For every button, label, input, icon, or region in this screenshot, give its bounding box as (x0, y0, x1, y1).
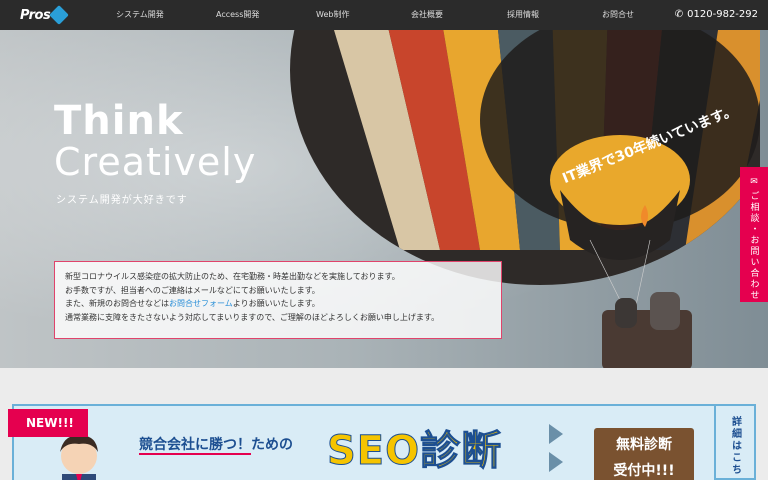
notice-line-3: また、新規のお問合せなどはお問合せフォームよりお願いいたします。 (65, 299, 320, 308)
phone-link[interactable]: ✆ 0120-982-292 (675, 0, 758, 30)
detail-tab-label: 詳細はこち (729, 416, 741, 476)
nav-recruit[interactable]: 採用情報 (507, 0, 539, 30)
nav-web[interactable]: Web制作 (316, 0, 349, 30)
top-navbar: Pros システム開発 Access開発 Web制作 会社概要 採用情報 お問合… (0, 0, 768, 30)
mail-icon: ✉ (750, 177, 758, 187)
nav-access-dev[interactable]: Access開発 (216, 0, 259, 30)
logo[interactable]: Pros (20, 5, 70, 25)
notice-line-2: お手数ですが、担当者へのご連絡はメールなどにてお願いいたします。 (65, 285, 320, 295)
headline-think: Think (54, 98, 184, 144)
notice-line-4: 通常業務に支障をきたさないよう対応してまいりますので、ご理解のほどよろしくお願い… (65, 312, 440, 322)
hero: IT業界で30年続いています。 Think Creatively システム開発が… (0, 30, 768, 368)
nav-contact[interactable]: お問合せ (602, 0, 634, 30)
covid-notice: 新型コロナウイルス感染症の拡大防止のため、在宅勤務・時差出勤などを実施しておりま… (54, 261, 502, 339)
banner-seo-title: SEO診断 (326, 428, 503, 475)
contact-side-tab[interactable]: ✉ ご相談・お問い合わせ (740, 167, 768, 302)
contact-form-link[interactable]: お問合せフォーム (169, 299, 233, 308)
new-badge: NEW!!! (8, 409, 88, 437)
headline-creatively: Creatively (54, 140, 257, 184)
banner-area: 競合会社に勝つ！ための SEO診断 無料診断 受付中!!! (0, 368, 768, 480)
logo-mark-icon (49, 5, 70, 25)
free-diagnosis-board: 無料診断 受付中!!! (594, 428, 694, 480)
nav-system-dev[interactable]: システム開発 (116, 0, 164, 30)
phone-icon: ✆ (674, 9, 684, 20)
banner-arrows (549, 424, 563, 480)
arrow-right-icon (549, 424, 563, 444)
side-tab-label: ご相談・お問い合わせ (748, 191, 759, 301)
logo-text: Pros (20, 7, 51, 23)
notice-line-1: 新型コロナウイルス感染症の拡大防止のため、在宅勤務・時差出勤などを実施しておりま… (65, 272, 400, 281)
nav-company[interactable]: 会社概要 (411, 0, 443, 30)
arrow-right-icon (549, 452, 563, 472)
seo-banner[interactable]: 競合会社に勝つ！ための SEO診断 無料診断 受付中!!! (12, 404, 716, 480)
banner-lead: 競合会社に勝つ！ための (139, 437, 293, 455)
banner-detail-tab[interactable]: 詳細はこち (716, 404, 756, 480)
phone-number: 0120-982-292 (687, 9, 758, 20)
tagline: システム開発が大好きです (56, 195, 188, 206)
